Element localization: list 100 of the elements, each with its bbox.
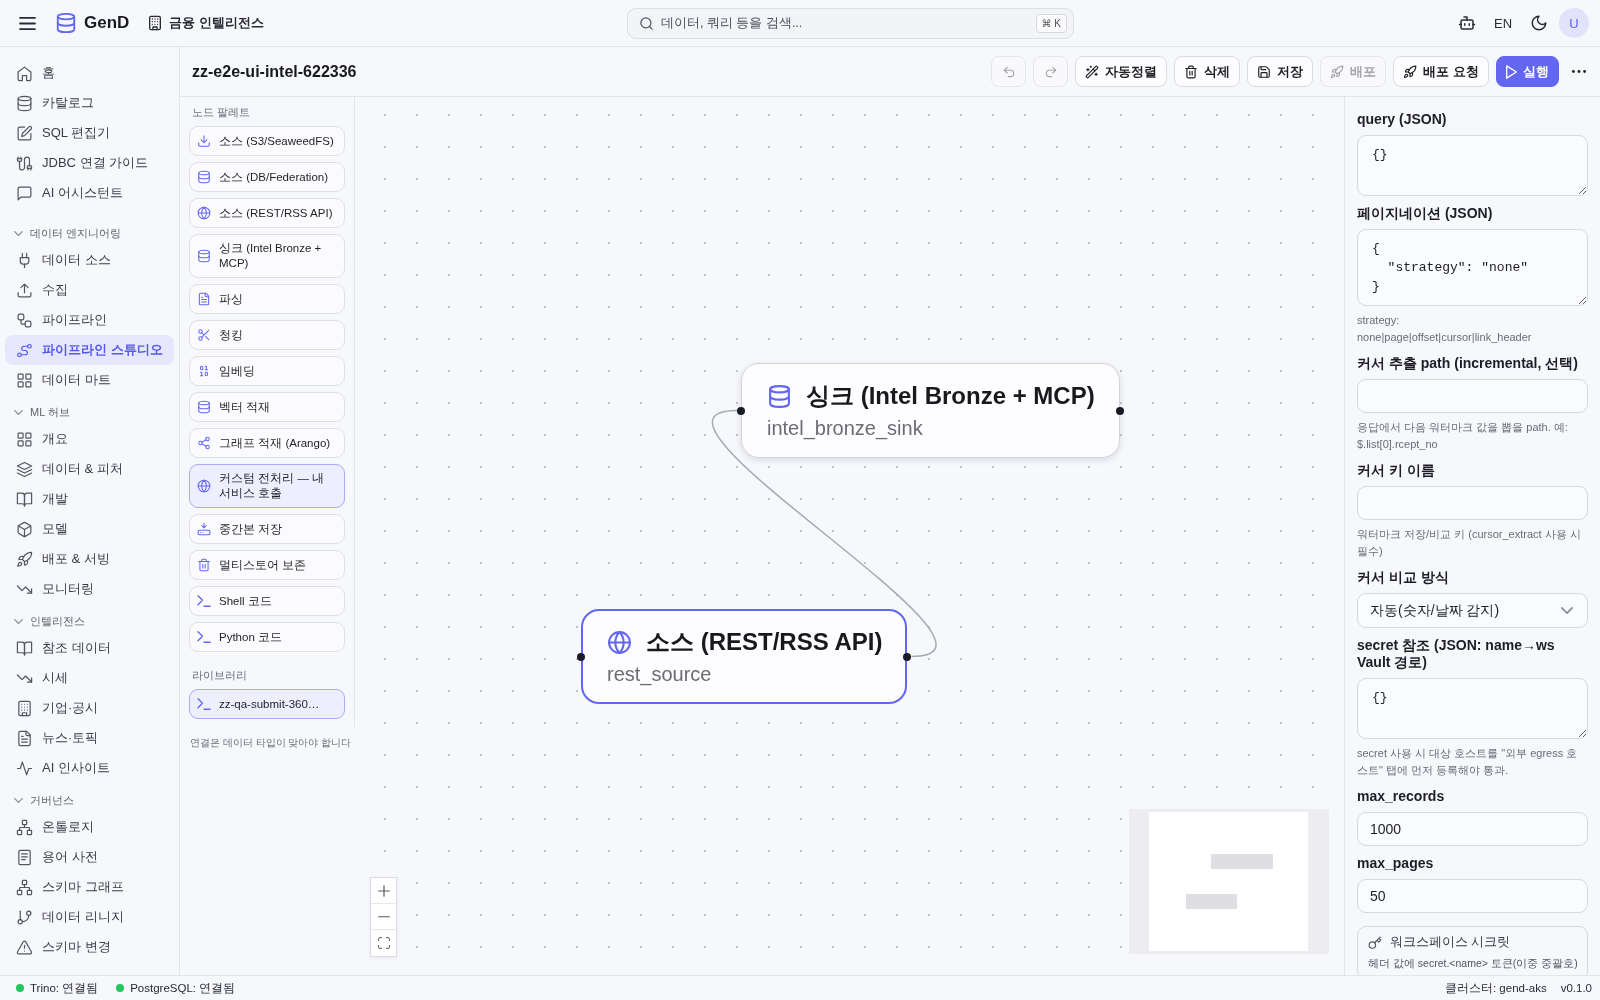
- zoom-in-button[interactable]: [371, 878, 396, 904]
- run-button[interactable]: 실행: [1496, 56, 1559, 87]
- palette-item[interactable]: 멀티스토어 보존: [189, 550, 345, 580]
- branch-icon: [16, 908, 33, 926]
- undo-icon: [1001, 64, 1016, 79]
- fit-view-button[interactable]: [371, 930, 396, 956]
- palette-item[interactable]: 소스 (REST/RSS API): [189, 198, 345, 228]
- nav-item[interactable]: 참조 데이터: [5, 633, 174, 663]
- nav-item[interactable]: 데이터 마트: [5, 365, 174, 395]
- connection-status: PostgreSQL: 연결됨: [130, 980, 236, 996]
- nav-item[interactable]: 용어 사전: [5, 842, 174, 872]
- output-handle[interactable]: [1115, 406, 1124, 415]
- select-field[interactable]: 자동(숫자/날짜 감지): [1357, 593, 1588, 628]
- chat-bubble-icon: [16, 184, 33, 202]
- palette-item[interactable]: 소스 (S3/SeaweedFS): [189, 126, 345, 156]
- nav-item[interactable]: 파이프라인: [5, 305, 174, 335]
- document-icon: [197, 292, 211, 306]
- nav-item[interactable]: 개요: [5, 424, 174, 454]
- user-avatar[interactable]: U: [1559, 8, 1589, 38]
- field-hint: 워터마크 저장/비교 키 (cursor_extract 사용 시 필수): [1357, 527, 1582, 559]
- section-toggle[interactable]: ML 허브: [14, 401, 70, 423]
- app-name: GenD: [84, 13, 130, 33]
- save-button[interactable]: 저장: [1247, 56, 1314, 87]
- input-handle[interactable]: [737, 406, 745, 415]
- chevron-down-icon: [14, 409, 23, 415]
- database-icon: [55, 12, 77, 34]
- nav-item[interactable]: AI 어시스턴트: [5, 178, 174, 208]
- rocket-icon: [16, 550, 33, 568]
- json-textarea[interactable]: {}: [1357, 135, 1588, 196]
- route-icon: [16, 341, 33, 359]
- palette-item[interactable]: Shell 코드: [189, 586, 345, 616]
- palette-item[interactable]: 소스 (DB/Federation): [189, 162, 345, 192]
- minus-icon: [377, 915, 390, 918]
- delete-button[interactable]: 삭제: [1174, 56, 1241, 87]
- building-icon: [147, 15, 164, 31]
- language-button[interactable]: EN: [1487, 9, 1519, 37]
- section-toggle[interactable]: 거버넌스: [14, 789, 74, 811]
- input-handle[interactable]: [577, 652, 585, 661]
- nav-item[interactable]: 카탈로그: [5, 88, 174, 118]
- save-icon: [1257, 64, 1272, 79]
- text-input[interactable]: 50: [1357, 879, 1588, 913]
- field-label: max_pages: [1357, 855, 1435, 872]
- nav-item[interactable]: 홈: [5, 58, 174, 88]
- nav-item[interactable]: 온톨로지: [5, 812, 174, 842]
- binary-icon: [197, 364, 211, 378]
- json-textarea[interactable]: { "strategy": "none" }: [1357, 229, 1588, 306]
- hierarchy-icon: [16, 878, 33, 896]
- nav-item[interactable]: 시세: [5, 663, 174, 693]
- palette-item[interactable]: 중간본 저장: [189, 514, 345, 544]
- scissors-icon: [197, 328, 211, 342]
- palette-item[interactable]: zz-qa-submit-360…: [189, 689, 345, 719]
- nav-item[interactable]: SQL 편집기: [5, 118, 174, 148]
- node-name: intel_bronze_sink: [767, 416, 924, 440]
- home-icon: [16, 64, 33, 82]
- nav-item[interactable]: 데이터 소스: [5, 245, 174, 275]
- palette-heading: 노드 팔레트: [191, 105, 251, 120]
- drive-download-icon: [197, 522, 211, 536]
- palette-item[interactable]: 커스텀 전처리 — 내 서비스 호출: [189, 464, 345, 508]
- node-title: 싱크 (Intel Bronze + MCP): [806, 381, 1095, 411]
- nav-item[interactable]: 스키마 그래프: [5, 872, 174, 902]
- nav-item[interactable]: 개발: [5, 484, 174, 514]
- palette-item[interactable]: 청킹: [189, 320, 345, 350]
- auto-layout-button[interactable]: 자동정렬: [1075, 56, 1168, 87]
- field-label: 커서 키 이름: [1357, 462, 1436, 479]
- text-input[interactable]: [1357, 379, 1588, 413]
- nav-item[interactable]: 데이터 & 피처: [5, 454, 174, 484]
- database-icon: [16, 94, 33, 112]
- text-input[interactable]: [1357, 486, 1588, 520]
- palette-item[interactable]: 파싱: [189, 284, 345, 314]
- nav-item[interactable]: 스키마 변경: [5, 932, 174, 962]
- palette-item[interactable]: 임베딩: [189, 356, 345, 386]
- palette-item[interactable]: Python 코드: [189, 622, 345, 652]
- nav-item[interactable]: 배포 & 서빙: [5, 544, 174, 574]
- palette-item[interactable]: 벡터 적재: [189, 392, 345, 422]
- palette-item[interactable]: 싱크 (Intel Bronze + MCP): [189, 234, 345, 278]
- nav-item[interactable]: 파이프라인 스튜디오: [5, 335, 174, 365]
- nav-item[interactable]: JDBC 연결 가이드: [5, 148, 174, 178]
- palette-item[interactable]: 그래프 적재 (Arango): [189, 428, 345, 458]
- nav-item[interactable]: 데이터 리니지: [5, 902, 174, 932]
- hierarchy-icon: [16, 818, 33, 836]
- section-toggle[interactable]: 데이터 엔지니어링: [14, 222, 122, 244]
- nav-item[interactable]: 모니터링: [5, 574, 174, 604]
- output-handle[interactable]: [903, 652, 912, 661]
- field-label: 페이지네이션 (JSON): [1357, 205, 1494, 222]
- section-toggle[interactable]: 인텔리전스: [14, 610, 85, 632]
- node-title: 소스 (REST/RSS API): [646, 627, 883, 657]
- field-hint: 응답에서 다음 워터마크 값을 뽑을 path. 예: $.list[0].rcept_no: [1357, 420, 1569, 452]
- workspace-switcher[interactable]: 금융 인텔리전스: [147, 12, 264, 34]
- text-input[interactable]: 1000: [1357, 812, 1588, 846]
- globe-icon: [607, 629, 632, 655]
- rocket-icon: [1330, 64, 1345, 79]
- nav-item[interactable]: 수집: [5, 275, 174, 305]
- json-textarea[interactable]: {}: [1357, 678, 1588, 739]
- version-label: v0.1.0: [1560, 982, 1592, 994]
- nav-item[interactable]: 뉴스·토픽: [5, 723, 174, 753]
- nav-item[interactable]: 기업·공시: [5, 693, 174, 723]
- chevron-down-icon: [14, 618, 23, 624]
- nav-item[interactable]: 모델: [5, 514, 174, 544]
- deploy-request-button[interactable]: 배포 요청: [1393, 56, 1489, 87]
- nav-item[interactable]: AI 인사이트: [5, 753, 174, 783]
